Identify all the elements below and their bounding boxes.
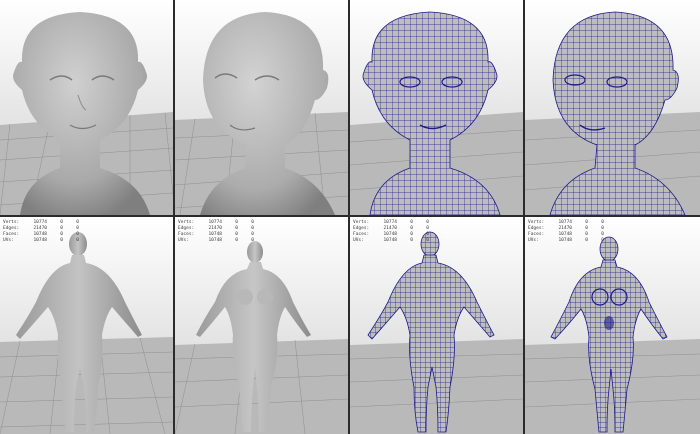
stats-hud: Verts: 10774 0 0 Edges: 21470 0 0 Faces: 10748 0… xyxy=(178,220,254,244)
viewport-head-front-smooth[interactable] xyxy=(0,0,173,215)
stats-hud: Verts: 10774 0 0 Edges: 21470 0 0 Faces: 10748 0… xyxy=(353,220,429,244)
stats-hud: Verts: 10774 0 0 Edges: 21470 0 0 Faces: 10748 0… xyxy=(3,220,79,244)
viewport-grid: Verts: 10774 0 0 Edges: 21470 0 0 Faces: 10748 0… xyxy=(0,0,700,434)
body-back-smooth-render xyxy=(0,217,173,434)
viewport-body-front-smooth[interactable]: Verts: 10774 0 0 Edges: 21470 0 0 Faces: 10748 0… xyxy=(175,217,348,434)
hud-row-uvs: UVs: 10748 0 0 xyxy=(178,238,254,243)
stats-hud: Verts: 10774 0 0 Edges: 21470 0 0 Faces: 10748 0… xyxy=(528,220,604,244)
viewport-body-back-wireframe[interactable]: Verts: 10774 0 0 Edges: 21470 0 0 Faces: 10748 0… xyxy=(350,217,523,434)
body-front-smooth-render xyxy=(175,217,348,434)
head-front-wireframe-render xyxy=(350,0,523,215)
head-three-quarter-wireframe-render xyxy=(525,0,700,215)
body-front-wireframe-render xyxy=(525,217,700,434)
hud-row-uvs: UVs: 10748 0 0 xyxy=(3,238,79,243)
hud-row-uvs: UVs: 10748 0 0 xyxy=(528,238,604,243)
viewport-body-back-smooth[interactable]: Verts: 10774 0 0 Edges: 21470 0 0 Faces: 10748 0… xyxy=(0,217,173,434)
hud-row-uvs: UVs: 10748 0 0 xyxy=(353,238,429,243)
head-front-smooth-render xyxy=(0,0,173,215)
viewport-head-three-quarter-smooth[interactable] xyxy=(175,0,348,215)
viewport-head-front-wireframe[interactable] xyxy=(350,0,523,215)
viewport-head-three-quarter-wireframe[interactable] xyxy=(525,0,700,215)
head-three-quarter-smooth-render xyxy=(175,0,348,215)
body-back-wireframe-render xyxy=(350,217,523,434)
viewport-body-front-wireframe[interactable]: Verts: 10774 0 0 Edges: 21470 0 0 Faces: 10748 0… xyxy=(525,217,700,434)
